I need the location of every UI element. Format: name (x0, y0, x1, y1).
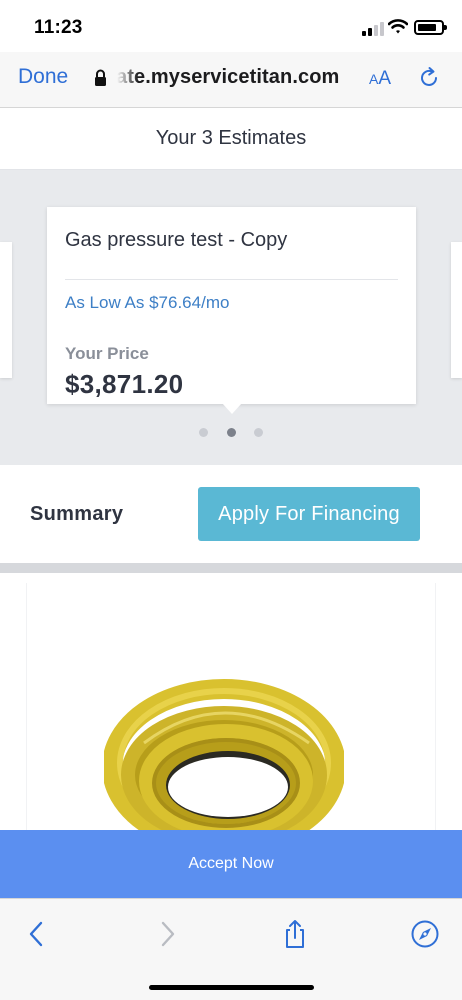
estimate-card[interactable]: Gas pressure test - Copy As Low As $76.6… (47, 207, 416, 404)
url-text[interactable]: ate.myservicetitan.com (116, 66, 339, 89)
home-indicator (149, 985, 314, 990)
estimates-header: Your 3 Estimates (0, 108, 462, 170)
previous-estimate-card[interactable] (0, 242, 12, 378)
browser-toolbar (0, 898, 462, 1000)
card-pointer (222, 403, 242, 414)
status-bar: 11:23 (0, 0, 462, 52)
lock-icon (95, 69, 106, 86)
section-divider (0, 563, 462, 573)
pagination-dot[interactable] (199, 428, 208, 437)
browser-address-bar: Done ate.myservicetitan.com AA (0, 52, 462, 108)
reload-icon[interactable] (417, 66, 441, 90)
back-icon[interactable] (22, 919, 52, 949)
next-estimate-card[interactable] (451, 242, 462, 378)
summary-row: Summary Apply For Financing (0, 465, 462, 563)
done-button[interactable]: Done (18, 65, 68, 89)
battery-icon (414, 20, 447, 35)
price-value: $3,871.20 (65, 369, 184, 399)
estimates-title: Your 3 Estimates (155, 127, 307, 149)
url-fade (112, 62, 138, 94)
text-size-big-glyph: A (378, 68, 392, 89)
price-label: Your Price (65, 344, 149, 363)
wifi-icon (388, 19, 408, 34)
pagination-dot[interactable] (254, 428, 263, 437)
share-icon[interactable] (280, 919, 310, 949)
signal-icon (362, 22, 384, 36)
card-divider (65, 279, 398, 280)
carousel-pagination (199, 428, 265, 438)
compass-icon[interactable] (410, 919, 440, 949)
text-size-small-glyph: A (369, 71, 379, 87)
summary-tab[interactable]: Summary (30, 503, 123, 526)
text-size-button[interactable]: AA (369, 68, 391, 90)
forward-icon[interactable] (152, 919, 182, 949)
status-time: 11:23 (34, 17, 83, 38)
apply-financing-button[interactable]: Apply For Financing (198, 487, 420, 541)
financing-link[interactable]: As Low As $76.64/mo (65, 293, 229, 313)
estimates-carousel[interactable]: Gas pressure test - Copy As Low As $76.6… (0, 170, 462, 465)
estimate-title: Gas pressure test - Copy (65, 229, 288, 251)
accept-now-button[interactable]: Accept Now (0, 830, 462, 898)
gas-hose-image (104, 679, 344, 853)
pagination-dot-active[interactable] (227, 428, 236, 437)
